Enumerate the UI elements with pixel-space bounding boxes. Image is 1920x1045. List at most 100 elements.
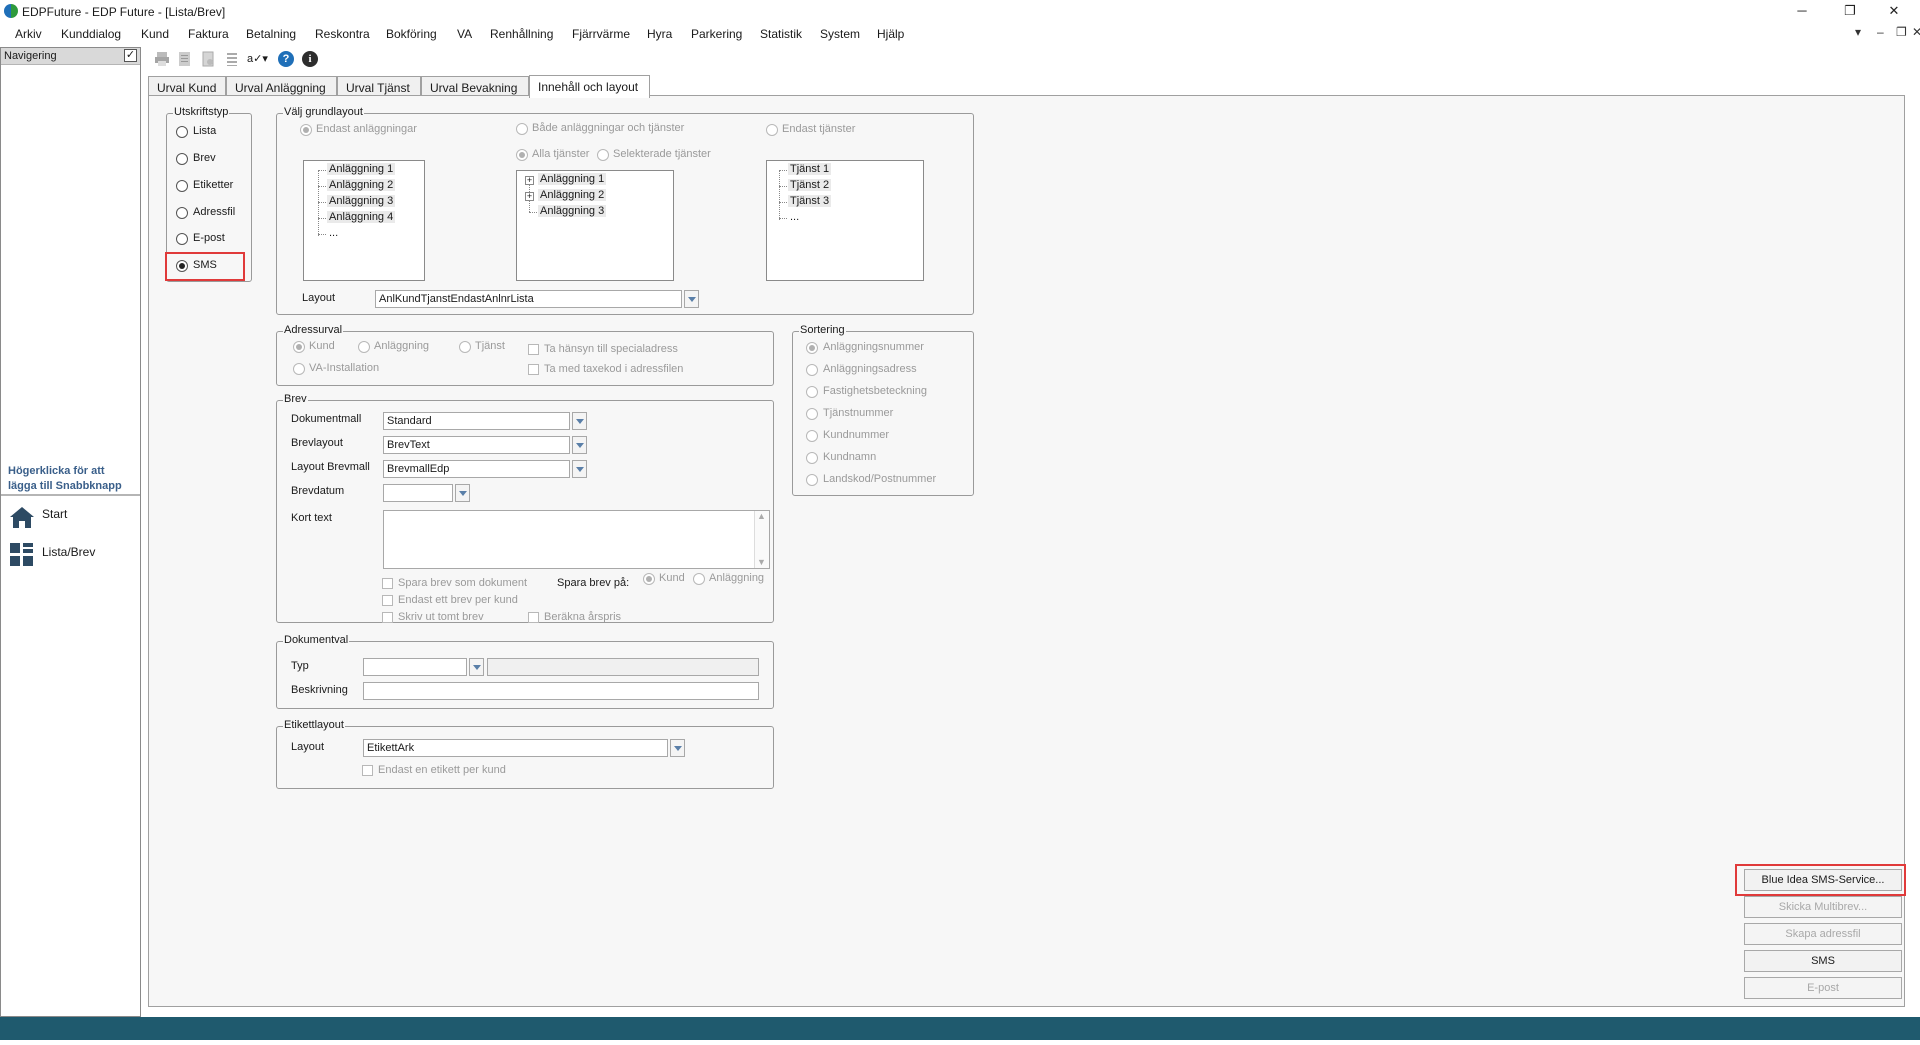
brevdatum-input[interactable] bbox=[383, 484, 453, 502]
restore-button[interactable]: ❐ bbox=[1836, 2, 1864, 20]
menu-renhallning[interactable]: Renhållning bbox=[490, 27, 553, 41]
mdi-dropdown-button[interactable]: ▾ bbox=[1855, 25, 1861, 39]
radio-alla-tjanster[interactable] bbox=[516, 149, 528, 161]
tree-tjanster[interactable]: Tjänst 1 Tjänst 2 Tjänst 3 ... bbox=[766, 160, 924, 281]
spellcheck-icon[interactable]: a✓▾ bbox=[247, 52, 268, 65]
checkbox-skriv-tomt-brev[interactable] bbox=[382, 612, 393, 623]
page-icon[interactable] bbox=[200, 51, 216, 67]
etikett-layout-select[interactable]: EtikettArk bbox=[363, 739, 668, 757]
tab-urval-kund[interactable]: Urval Kund bbox=[148, 76, 226, 97]
skicka-multibrev-button[interactable]: Skicka Multibrev... bbox=[1744, 896, 1902, 918]
radio-spara-kund[interactable] bbox=[643, 573, 655, 585]
menu-reskontra[interactable]: Reskontra bbox=[315, 27, 370, 41]
tree-item[interactable]: Anläggning 3 bbox=[538, 205, 607, 217]
tree-item[interactable]: Tjänst 2 bbox=[788, 179, 832, 191]
checkbox-endast-ett-brev[interactable] bbox=[382, 595, 393, 606]
radio-sort-anlaggningsnummer[interactable] bbox=[806, 342, 818, 354]
tree-item[interactable]: Anläggning 1 bbox=[327, 163, 396, 175]
radio-endast-tjanster[interactable] bbox=[766, 124, 778, 136]
checkbox-spara-brev[interactable] bbox=[382, 578, 393, 589]
checkbox-endast-en-etikett[interactable] bbox=[362, 765, 373, 776]
radio-bade-anlaggningar-tjanster[interactable] bbox=[516, 123, 528, 135]
beskrivning-input[interactable] bbox=[363, 682, 759, 700]
tree-anlaggningar[interactable]: Anläggning 1 Anläggning 2 Anläggning 3 A… bbox=[303, 160, 425, 281]
radio-sort-kundnamn[interactable] bbox=[806, 452, 818, 464]
radio-sort-kundnummer[interactable] bbox=[806, 430, 818, 442]
brevdatum-dropdown-button[interactable] bbox=[455, 484, 470, 502]
nav-item-lista-brev[interactable]: Lista/Brev bbox=[9, 541, 134, 569]
typ-select[interactable] bbox=[363, 658, 467, 676]
navigation-pin-checkbox[interactable]: ✓ bbox=[124, 49, 137, 62]
help-icon[interactable]: ? bbox=[278, 51, 294, 67]
typ-dropdown-button[interactable] bbox=[469, 658, 484, 676]
layout-brevmall-select[interactable]: BrevmallEdp bbox=[383, 460, 570, 478]
tree-item[interactable]: Anläggning 3 bbox=[327, 195, 396, 207]
menu-hyra[interactable]: Hyra bbox=[647, 27, 672, 41]
menu-parkering[interactable]: Parkering bbox=[691, 27, 742, 41]
tree-item[interactable]: ... bbox=[788, 211, 801, 223]
radio-spara-anlaggning[interactable] bbox=[693, 573, 705, 585]
radio-sort-anlaggningsadress[interactable] bbox=[806, 364, 818, 376]
layout-brevmall-dropdown-button[interactable] bbox=[572, 460, 587, 478]
menu-betalning[interactable]: Betalning bbox=[246, 27, 296, 41]
tree-item[interactable]: Anläggning 1 bbox=[538, 173, 607, 185]
menu-system[interactable]: System bbox=[820, 27, 860, 41]
tab-urval-bevakning[interactable]: Urval Bevakning bbox=[421, 76, 529, 97]
tab-urval-anlaggning[interactable]: Urval Anläggning bbox=[226, 76, 337, 97]
tab-innehall-och-layout[interactable]: Innehåll och layout bbox=[529, 75, 650, 98]
radio-adress-anlaggning[interactable] bbox=[358, 341, 370, 353]
tree-item[interactable]: Tjänst 1 bbox=[788, 163, 832, 175]
expand-icon[interactable]: + bbox=[525, 192, 534, 201]
tree-anlaggningar-tjanster[interactable]: + + Anläggning 1 Anläggning 2 Anläggning… bbox=[516, 170, 674, 281]
radio-sort-tjanstnummer[interactable] bbox=[806, 408, 818, 420]
close-button[interactable]: ✕ bbox=[1880, 2, 1908, 20]
print-preview-icon[interactable] bbox=[177, 51, 193, 67]
checkbox-berakna-arspris[interactable] bbox=[528, 612, 539, 623]
menu-arkiv[interactable]: Arkiv bbox=[15, 27, 42, 41]
expand-icon[interactable]: + bbox=[525, 176, 534, 185]
radio-etiketter[interactable] bbox=[176, 180, 188, 192]
tree-item[interactable]: Anläggning 4 bbox=[327, 211, 396, 223]
radio-selekterade-tjanster[interactable] bbox=[597, 149, 609, 161]
etikett-layout-dropdown-button[interactable] bbox=[670, 739, 685, 757]
mdi-restore-button[interactable]: ❐ bbox=[1896, 25, 1907, 39]
sms-button[interactable]: SMS bbox=[1744, 950, 1902, 972]
tree-item[interactable]: Anläggning 2 bbox=[538, 189, 607, 201]
radio-sort-fastighetsbeteckning[interactable] bbox=[806, 386, 818, 398]
dokumentmall-select[interactable]: Standard bbox=[383, 412, 570, 430]
korttext-textarea[interactable] bbox=[383, 510, 770, 569]
scroll-up-icon[interactable]: ▲ bbox=[757, 511, 766, 521]
nav-item-start[interactable]: Start bbox=[9, 503, 134, 531]
radio-adressfil[interactable] bbox=[176, 207, 188, 219]
epost-button[interactable]: E-post bbox=[1744, 977, 1902, 999]
radio-lista[interactable] bbox=[176, 126, 188, 138]
radio-brev[interactable] bbox=[176, 153, 188, 165]
minimize-button[interactable]: ─ bbox=[1788, 2, 1816, 20]
menu-statistik[interactable]: Statistik bbox=[760, 27, 802, 41]
info-icon[interactable]: i bbox=[302, 51, 318, 67]
tree-item[interactable]: ... bbox=[327, 227, 340, 239]
mdi-close-button[interactable]: ✕ bbox=[1912, 25, 1920, 39]
tab-urval-tjanst[interactable]: Urval Tjänst bbox=[337, 76, 421, 97]
radio-endast-anlaggningar[interactable] bbox=[300, 124, 312, 136]
menu-hjalp[interactable]: Hjälp bbox=[877, 27, 904, 41]
menu-bokforing[interactable]: Bokföring bbox=[386, 27, 437, 41]
radio-adress-kund[interactable] bbox=[293, 341, 305, 353]
scroll-down-icon[interactable]: ▼ bbox=[757, 557, 766, 567]
menu-fjarrvarme[interactable]: Fjärrvärme bbox=[572, 27, 630, 41]
mdi-minimize-button[interactable]: – bbox=[1877, 25, 1884, 39]
menu-faktura[interactable]: Faktura bbox=[188, 27, 229, 41]
dokumentmall-dropdown-button[interactable] bbox=[572, 412, 587, 430]
menu-kund[interactable]: Kund bbox=[141, 27, 169, 41]
checkbox-specialadress[interactable] bbox=[528, 344, 539, 355]
skapa-adressfil-button[interactable]: Skapa adressfil bbox=[1744, 923, 1902, 945]
print-icon[interactable] bbox=[154, 51, 170, 67]
radio-sort-landskod[interactable] bbox=[806, 474, 818, 486]
brevlayout-select[interactable]: BrevText bbox=[383, 436, 570, 454]
radio-adress-va[interactable] bbox=[293, 363, 305, 375]
checkbox-taxekod[interactable] bbox=[528, 364, 539, 375]
brevlayout-dropdown-button[interactable] bbox=[572, 436, 587, 454]
layout-dropdown-button[interactable] bbox=[684, 290, 699, 308]
layout-select[interactable]: AnlKundTjanstEndastAnlnrLista bbox=[375, 290, 682, 308]
radio-adress-tjanst[interactable] bbox=[459, 341, 471, 353]
